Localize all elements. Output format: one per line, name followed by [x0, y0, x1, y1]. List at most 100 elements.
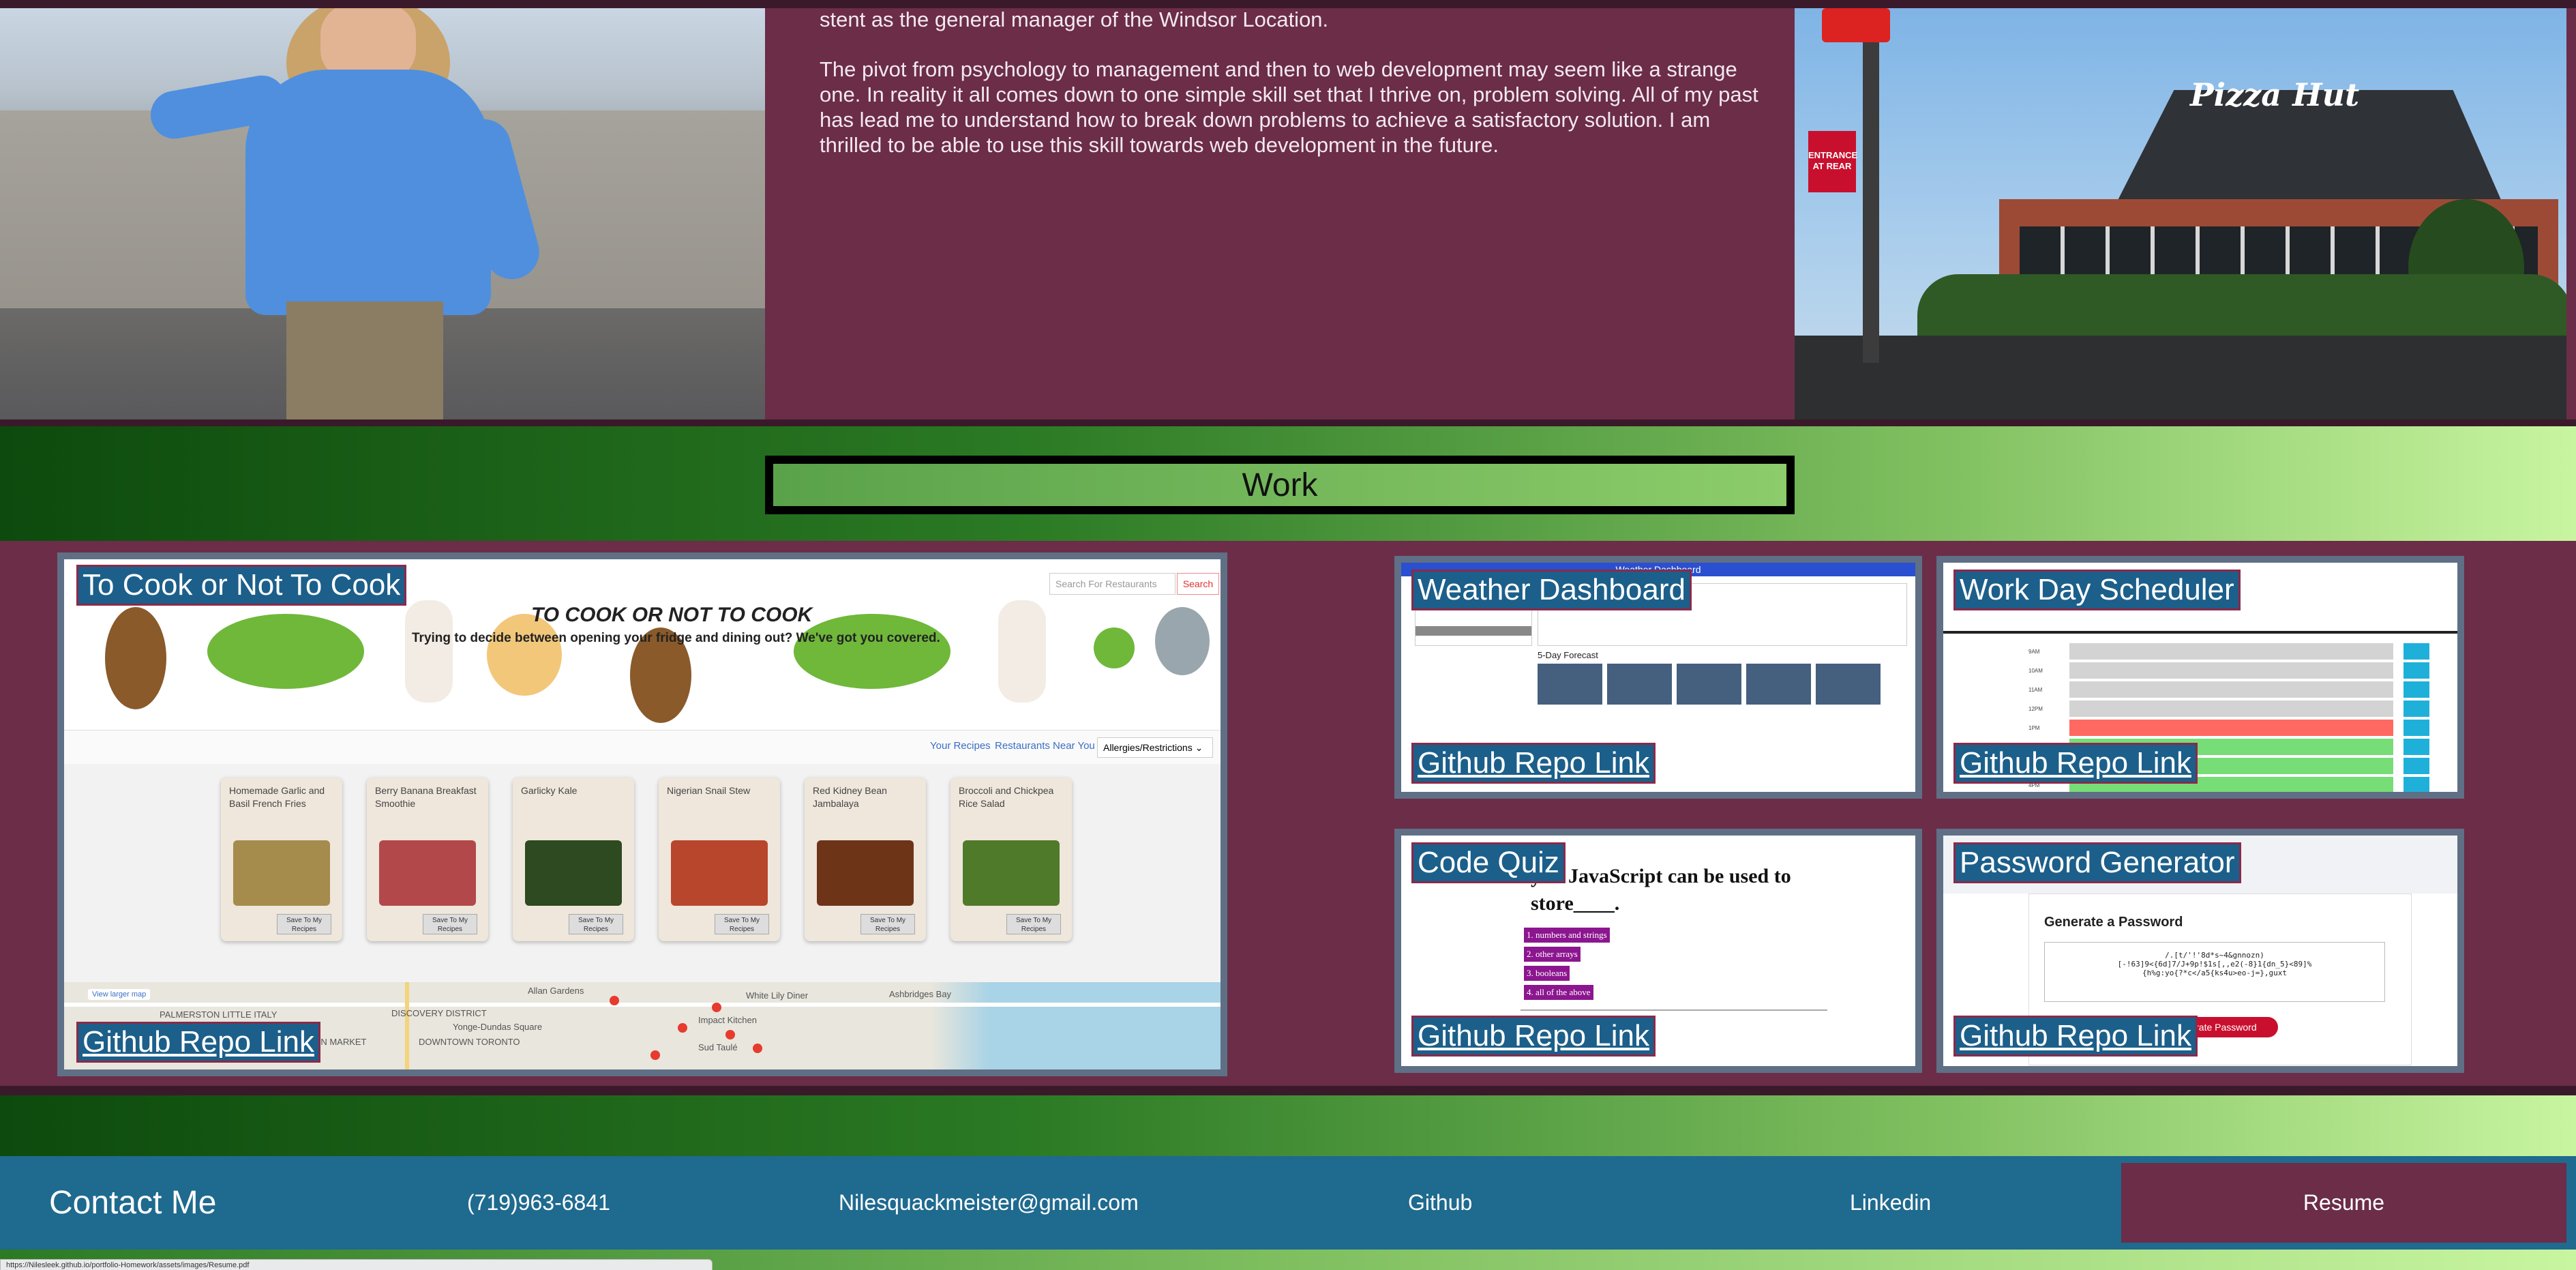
hour-label: 12PM	[2028, 706, 2043, 712]
hour-label: 11AM	[2028, 687, 2043, 693]
recipe-image	[963, 840, 1060, 906]
spoon-illustration	[1155, 607, 1210, 675]
map-label: Impact Kitchen	[698, 1015, 757, 1025]
save-recipe-button: Save To My Recipes	[715, 914, 769, 934]
recipe-name: Broccoli and Chickpea Rice Salad	[959, 785, 1054, 809]
recipe-card: Broccoli and Chickpea Rice Salad Save To …	[950, 778, 1072, 941]
project-title: Work Day Scheduler	[1953, 570, 2241, 610]
project-card-password-generator[interactable]: erator Generate a Password /.[t/'!'8d*s~…	[1936, 829, 2464, 1073]
entrance-sign: ENTRANCE AT REAR	[1808, 131, 1857, 192]
work-heading: Work	[1242, 467, 1318, 503]
pea-pod-illustration	[207, 614, 364, 689]
recipe-name: Garlicky Kale	[521, 785, 578, 796]
github-repo-link[interactable]: Github Repo Link	[1953, 1016, 2198, 1057]
github-repo-link[interactable]: Github Repo Link	[1411, 1016, 1656, 1057]
about-paragraph-1: stent as the general manager of the Wind…	[820, 8, 1329, 31]
save-icon	[2403, 681, 2429, 698]
password-output: /.[t/'!'8d*s~4&gnnozn) [-!63]9<{6d]7/J+9…	[2044, 942, 2385, 1002]
project-card-weather[interactable]: Weather Dashboard 5-Day Forecast Weather…	[1394, 556, 1922, 799]
project-title: Weather Dashboard	[1411, 570, 1692, 610]
nav-restaurants: Restaurants Near You	[995, 740, 1095, 752]
map-label: PALMERSTON LITTLE ITALY	[160, 1009, 278, 1020]
forecast-day	[1607, 664, 1672, 705]
forecast-day	[1746, 664, 1811, 705]
salt-shaker-illustration	[405, 600, 453, 703]
map-pin	[712, 1003, 721, 1012]
forecast-label: 5-Day Forecast	[1538, 650, 1598, 660]
map-label: Ashbridges Bay	[889, 989, 952, 999]
recipe-name: Berry Banana Breakfast Smoothie	[375, 785, 477, 809]
time-block	[2069, 662, 2393, 679]
contact-heading: Contact Me	[49, 1185, 217, 1221]
about-text: stent as the general manager of the Wind…	[820, 7, 1774, 182]
phone-link[interactable]: (719)963-6841	[467, 1156, 610, 1250]
save-icon	[2403, 777, 2429, 792]
save-recipe-button: Save To My Recipes	[1006, 914, 1061, 934]
pizza-hut-photo: ENTRANCE AT REAR Pizza Hut	[1795, 8, 2566, 419]
divider	[1943, 631, 2457, 634]
resume-link[interactable]: Resume	[2121, 1163, 2566, 1243]
github-repo-link[interactable]: Github Repo Link	[1411, 743, 1656, 784]
time-block	[2069, 720, 2393, 737]
save-icon	[2403, 758, 2429, 774]
save-icon	[2403, 720, 2429, 736]
forecast-day	[1677, 664, 1741, 705]
recipe-card: Berry Banana Breakfast Smoothie Save To M…	[367, 778, 488, 941]
section-divider	[0, 419, 2576, 426]
recipe-card: Nigerian Snail Stew Save To My Recipes	[659, 778, 780, 941]
map-label: DOWNTOWN TORONTO	[419, 1037, 520, 1047]
linkedin-link[interactable]: Linkedin	[1850, 1156, 1931, 1250]
save-icon	[2403, 643, 2429, 660]
about-section: stent as the general manager of the Wind…	[0, 0, 2576, 426]
map-pin	[725, 1030, 735, 1039]
project-card-to-cook[interactable]: TO COOK OR NOT TO COOK Trying to decide …	[57, 552, 1227, 1076]
to-cook-hero-title: TO COOK OR NOT TO COOK	[531, 604, 813, 626]
potato-illustration	[105, 607, 166, 709]
project-card-scheduler[interactable]: eduler 9AM10AM11AM12PM1PM2PM3PM4PM Work …	[1936, 556, 2464, 799]
time-block	[2069, 643, 2393, 660]
hour-label: 9AM	[2028, 649, 2040, 655]
map-label: Sud Taulé	[698, 1042, 738, 1052]
divider	[1521, 1009, 1827, 1011]
recipe-image	[817, 840, 914, 906]
status-bar-url: https://Nilesleek.github.io/portfolio-Ho…	[0, 1259, 713, 1270]
section-divider	[0, 1086, 2576, 1095]
restaurant-search-button: Search	[1177, 573, 1219, 595]
map-label: Allan Gardens	[528, 986, 584, 996]
save-recipe-button: Save To My Recipes	[423, 914, 477, 934]
pea-pod-illustration	[794, 614, 950, 689]
email-link[interactable]: Nilesquackmeister@gmail.com	[839, 1156, 1139, 1250]
project-card-code-quiz[interactable]: y in JavaScript can be used to store____…	[1394, 829, 1922, 1073]
recipe-name: Homemade Garlic and Basil French Fries	[229, 785, 325, 809]
save-recipe-button: Save To My Recipes	[277, 914, 331, 934]
github-repo-link[interactable]: Github Repo Link	[76, 1022, 320, 1063]
hour-label: 1PM	[2028, 725, 2040, 731]
time-block	[2069, 681, 2393, 698]
hour-label: 10AM	[2028, 668, 2043, 674]
forecast-day	[1538, 664, 1602, 705]
recipe-card: Red Kidney Bean Jambalaya Save To My Reci…	[805, 778, 926, 941]
recipe-image	[233, 840, 330, 906]
generate-label: Generate a Password	[2044, 915, 2183, 930]
project-title: Code Quiz	[1411, 842, 1566, 883]
quiz-answer: 4. all of the above	[1524, 985, 1593, 1000]
quiz-answer: 1. numbers and strings	[1524, 928, 1610, 943]
map-pin	[610, 996, 619, 1005]
view-larger-map-link: View larger map	[88, 989, 151, 1000]
save-recipe-button: Save To My Recipes	[860, 914, 915, 934]
to-cook-hero-subtitle: Trying to decide between opening your fr…	[412, 631, 940, 645]
map-label: DISCOVERY DISTRICT	[391, 1008, 487, 1018]
github-link[interactable]: Github	[1408, 1156, 1472, 1250]
about-paragraph-2: The pivot from psychology to management …	[820, 57, 1758, 157]
nav-your-recipes: Your Recipes	[930, 740, 991, 752]
save-recipe-button: Save To My Recipes	[569, 914, 623, 934]
save-icon	[2403, 739, 2429, 755]
map-pin	[753, 1044, 762, 1053]
restaurant-search-input: Search For Restaurants	[1049, 573, 1175, 595]
footer: Contact Me (719)963-6841 Nilesquackmeist…	[0, 1156, 2576, 1250]
forecast-day	[1816, 664, 1881, 705]
recipe-card: Homemade Garlic and Basil French Fries Sa…	[221, 778, 342, 941]
save-icon	[2403, 662, 2429, 679]
github-repo-link[interactable]: Github Repo Link	[1953, 743, 2198, 784]
quiz-answer: 3. booleans	[1524, 966, 1570, 981]
